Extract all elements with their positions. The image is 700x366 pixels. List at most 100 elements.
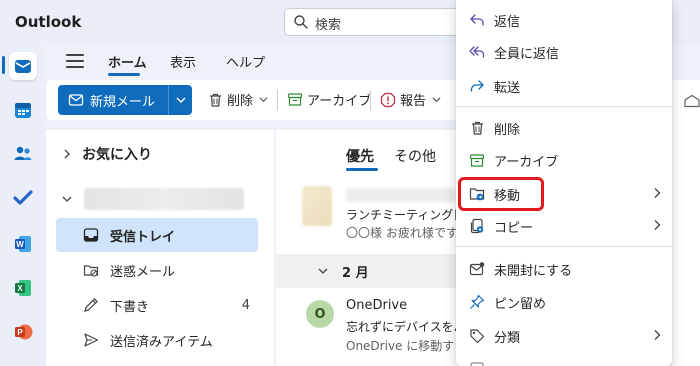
date-group-label: 2 月: [342, 265, 369, 281]
menu-item-archive[interactable]: アーカイブ: [456, 144, 672, 176]
menu-item-delete[interactable]: 削除: [456, 112, 672, 144]
new-mail-label: 新規メール: [90, 94, 156, 110]
delete-button[interactable]: 削除: [208, 90, 268, 109]
toolbar-divider: [370, 90, 371, 110]
archive-button[interactable]: アーカイブ: [287, 90, 371, 109]
tab-help[interactable]: ヘルプ: [226, 52, 265, 71]
mark-unread-icon: [469, 262, 485, 276]
sender-redacted: [346, 188, 456, 202]
more-icon: [470, 362, 484, 366]
chevron-right-icon: [654, 330, 661, 340]
tab-home[interactable]: ホーム: [108, 52, 147, 71]
copy-icon: [470, 218, 484, 234]
message-subject: ランチミーティング日程: [346, 208, 464, 222]
delete-icon: [471, 121, 483, 135]
message-preview[interactable]: OneDrive に移動す: [346, 337, 464, 354]
app-title: Outlook: [15, 13, 82, 31]
tag-icon: [470, 329, 485, 344]
report-icon: [380, 92, 396, 107]
message-subject[interactable]: 忘れずにデバイスをバ: [346, 318, 464, 335]
menu-item-label: 削除: [494, 122, 521, 138]
archive-label: アーカイブ: [307, 94, 372, 109]
sender-avatar-redacted: [302, 186, 332, 226]
reply-icon: [470, 14, 484, 26]
menu-item-pin[interactable]: ピン留め: [456, 286, 672, 318]
menu-divider: [456, 106, 672, 107]
reading-pane-edge: [672, 80, 700, 366]
move-highlight-box: [458, 177, 544, 211]
svg-text:P: P: [17, 328, 23, 337]
menu-item-more[interactable]: [456, 352, 672, 366]
junk-icon: [83, 265, 99, 277]
mail-app-icon[interactable]: [9, 52, 37, 80]
draft-icon: [84, 298, 98, 312]
folder-sent[interactable]: 送信済みアイテム: [56, 323, 258, 357]
message-sender[interactable]: OneDrive: [346, 298, 464, 313]
excel-app-icon[interactable]: X: [9, 274, 37, 302]
folder-drafts[interactable]: 下書き 4: [56, 288, 258, 322]
favorites-label: お気に入り: [82, 147, 152, 163]
report-label: 報告: [400, 94, 427, 109]
menu-item-mark-unread[interactable]: 未開封にする: [456, 253, 672, 285]
menu-item-label: 返信: [494, 14, 521, 30]
folder-label: 受信トレイ: [110, 229, 176, 245]
pivot-underline: [346, 168, 378, 171]
svg-text:W: W: [16, 240, 24, 249]
search-icon: [294, 15, 308, 29]
menu-item-label: 未開封にする: [494, 263, 573, 279]
search-input[interactable]: 検索: [284, 8, 484, 36]
folder-inbox[interactable]: 受信トレイ: [56, 218, 258, 252]
account-name-redacted: [84, 188, 244, 210]
menu-item-label: アーカイブ: [494, 154, 559, 170]
message-item[interactable]: ランチミーティング日程 〇〇様 お疲れ様です: [276, 178, 466, 248]
message-preview: 〇〇様 お疲れ様です: [346, 226, 458, 240]
pivot-other[interactable]: その他: [394, 146, 436, 166]
message-list: 優先 その他 ランチミーティング日程 〇〇様 お疲れ様です 2 月 O OneD…: [276, 130, 466, 366]
todo-app-icon[interactable]: [9, 184, 37, 212]
new-mail-button: 新規メール: [58, 85, 192, 115]
menu-item-reply-all[interactable]: 全員に返信: [456, 36, 672, 68]
menu-item-label: 転送: [494, 80, 521, 96]
account-header[interactable]: [62, 188, 244, 210]
chevron-right-icon: [654, 188, 661, 198]
pin-icon: [470, 294, 485, 309]
date-group-header[interactable]: 2 月: [276, 254, 466, 288]
folder-junk[interactable]: 迷惑メール: [56, 253, 258, 287]
favorites-header[interactable]: お気に入り: [62, 144, 152, 164]
folder-label: 下書き: [110, 299, 150, 315]
people-app-icon[interactable]: [9, 140, 37, 168]
chevron-down-icon: [432, 97, 441, 103]
avatar: O: [306, 300, 334, 328]
tab-view[interactable]: 表示: [170, 52, 196, 71]
chevron-right-icon: [64, 149, 70, 159]
menu-divider: [456, 246, 672, 247]
report-button[interactable]: 報告: [380, 90, 441, 109]
app-rail: W X P: [0, 44, 46, 366]
calendar-app-icon[interactable]: [9, 96, 37, 124]
menu-item-label: コピー: [494, 220, 534, 236]
pivot-focused[interactable]: 優先: [346, 146, 374, 166]
powerpoint-app-icon[interactable]: P: [9, 318, 37, 346]
menu-item-label: 全員に返信: [494, 46, 560, 62]
chevron-down-icon: [62, 196, 72, 202]
folder-label: 送信済みアイテム: [110, 334, 213, 350]
new-mail-main[interactable]: 新規メール: [58, 85, 168, 115]
menu-item-categorize[interactable]: 分類: [456, 320, 672, 352]
delete-icon: [210, 93, 221, 107]
tab-home-underline: [108, 73, 140, 76]
archive-icon: [287, 93, 303, 106]
menu-item-forward[interactable]: 転送: [456, 70, 672, 102]
menu-item-copy[interactable]: コピー: [456, 210, 672, 242]
menu-item-reply[interactable]: 返信: [456, 4, 672, 36]
word-app-icon[interactable]: W: [9, 230, 37, 258]
inbox-icon: [83, 228, 99, 242]
forward-icon: [470, 80, 484, 92]
chevron-down-icon: [318, 268, 328, 274]
chevron-down-icon: [175, 97, 186, 104]
rail-active-indicator: [2, 56, 5, 74]
hamburger-menu-icon[interactable]: [66, 54, 84, 68]
chevron-right-icon: [654, 220, 661, 230]
new-mail-dropdown[interactable]: [168, 85, 192, 115]
folder-label: 迷惑メール: [110, 264, 176, 280]
mail-icon: [68, 94, 84, 106]
